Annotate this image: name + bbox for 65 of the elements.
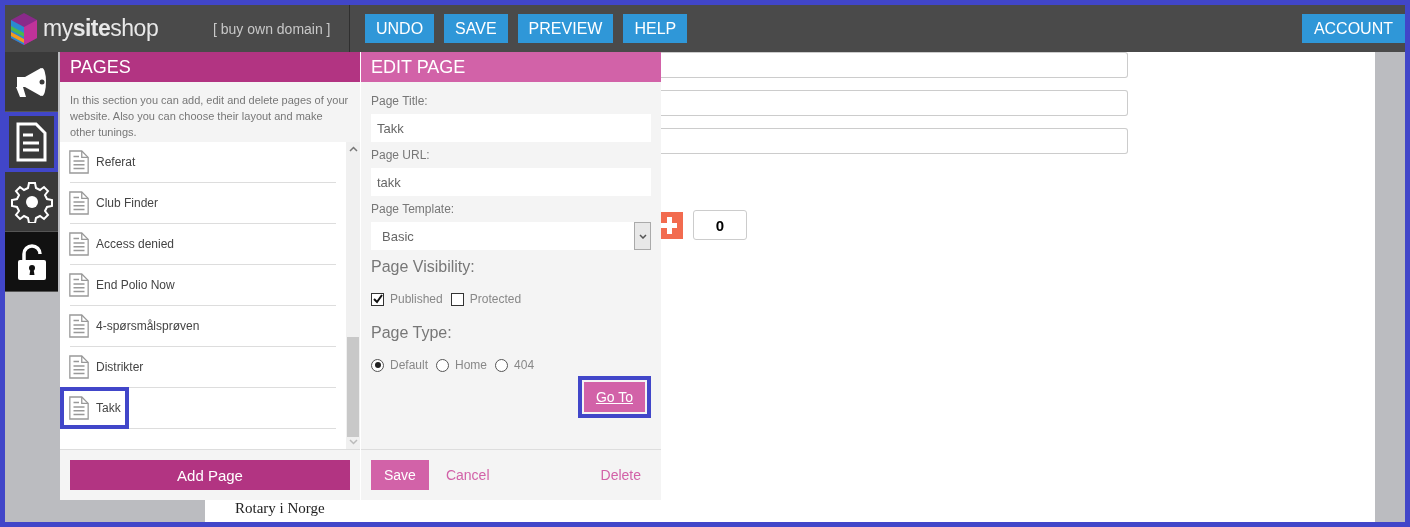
sidebar-tab[interactable] [5, 112, 58, 172]
field-label: Page Template: [371, 202, 456, 216]
checkbox-label: Protected [469, 292, 522, 306]
page-url-field[interactable]: takk [371, 168, 651, 196]
document-icon [16, 122, 46, 161]
panel-description: In this section you can add, edit and delete pages of your website. Also you can choose their layout and make other tunings. [69, 93, 350, 140]
page-icon [68, 396, 90, 420]
footer-text: Rotary i Norge [235, 500, 326, 517]
chevron-up-icon[interactable] [348, 146, 358, 152]
megaphone-icon [15, 67, 46, 97]
page-icon [68, 232, 90, 256]
page-item[interactable]: Distrikter [64, 350, 148, 384]
logo-icon [9, 11, 39, 46]
section-heading: Page Type: [371, 324, 453, 342]
text-field[interactable] [661, 90, 1128, 116]
radio-button[interactable] [371, 358, 384, 372]
field-label: Page URL: [371, 148, 431, 162]
scrollbar[interactable] [346, 142, 360, 449]
panel-title: EDIT PAGE [361, 52, 661, 82]
page-item[interactable]: End Polio Now [64, 268, 179, 302]
section-heading: Page Visibility: [371, 258, 476, 276]
checkbox-label: Published [390, 292, 443, 306]
toolbar-button[interactable]: UNDO [365, 14, 435, 43]
toolbar-button[interactable]: PREVIEW [517, 14, 614, 43]
toolbar-button[interactable]: SAVE [444, 14, 508, 43]
page-item[interactable]: Referat [64, 145, 140, 179]
checkbox[interactable] [371, 292, 384, 306]
settings-icon [10, 181, 53, 223]
add-page-button[interactable]: Add Page [70, 460, 350, 490]
radio-button[interactable] [495, 358, 509, 372]
radio-label: Default [390, 358, 429, 372]
field-label: Page Title: [371, 94, 429, 108]
plus-button[interactable] [661, 211, 683, 239]
page-icon [68, 150, 90, 174]
text-field[interactable] [661, 128, 1128, 154]
checkbox[interactable] [450, 292, 464, 306]
chevron-down-icon [638, 233, 647, 239]
page-item[interactable]: Access denied [64, 227, 179, 261]
account-button[interactable]: ACCOUNT [1301, 14, 1405, 43]
sidebar-tab[interactable] [5, 232, 58, 292]
page-icon [68, 314, 90, 338]
radio-label: 404 [514, 358, 535, 372]
sidebar-tab[interactable] [5, 172, 58, 232]
page-icon [68, 191, 90, 215]
text-field[interactable] [661, 52, 1128, 78]
go-to-button[interactable]: Go To [583, 382, 645, 412]
save-button[interactable]: Save [371, 460, 429, 490]
domain-link[interactable]: [ buy own domain ] [199, 20, 349, 37]
counter: 0 [693, 210, 747, 240]
page-icon [68, 355, 90, 379]
sidebar-tab[interactable] [5, 52, 58, 112]
panel-title: PAGES [60, 52, 360, 82]
page-icon [68, 273, 90, 297]
logo-text: mysiteshop [43, 15, 159, 42]
delete-link[interactable]: Delete [600, 467, 641, 483]
page-item[interactable]: Club Finder [64, 186, 163, 220]
cancel-link[interactable]: Cancel [445, 467, 490, 483]
radio-label: Home [455, 358, 488, 372]
page-title-field[interactable]: Takk [371, 114, 651, 142]
template-dropdown[interactable]: Basic [371, 222, 651, 250]
lock-icon [17, 243, 46, 280]
toolbar-button[interactable]: HELP [623, 14, 688, 43]
page-item[interactable]: 4-spørsmålsprøven [64, 309, 204, 343]
page-item[interactable]: Takk [64, 391, 125, 425]
radio-button[interactable] [436, 358, 450, 372]
